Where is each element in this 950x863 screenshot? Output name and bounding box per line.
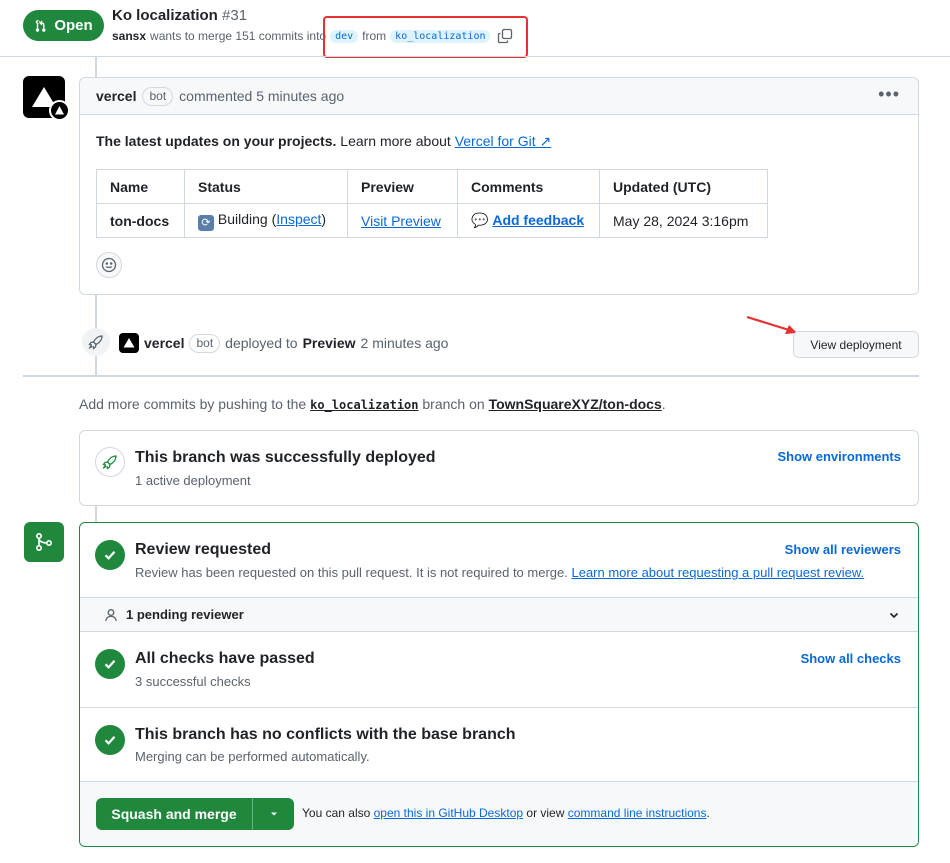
view-deployment-button[interactable]: View deployment <box>793 331 919 358</box>
table-header: Preview <box>347 169 458 204</box>
review-requested-row: Review requested Review has been request… <box>80 523 918 597</box>
squash-and-merge-button[interactable]: Squash and merge <box>96 798 253 830</box>
conflicts-title: This branch has no conflicts with the ba… <box>135 726 516 743</box>
intro-bold: The latest updates on your projects. <box>96 133 337 149</box>
conflicts-subtitle: Merging can be performed automatically. <box>135 749 370 764</box>
deploy-environment: Preview <box>302 335 356 351</box>
add-feedback-link[interactable]: Add feedback <box>492 212 584 228</box>
show-all-checks-link[interactable]: Show all checks <box>801 651 901 666</box>
learn-review-link[interactable]: Learn more about requesting a pull reque… <box>571 565 864 580</box>
add-reaction-icon[interactable] <box>96 252 122 278</box>
pr-state-badge: Open <box>23 10 104 41</box>
show-all-reviewers-link[interactable]: Show all reviewers <box>785 542 901 557</box>
check-circle-icon <box>95 540 125 570</box>
pr-author[interactable]: sansx <box>112 29 146 43</box>
merge-box: Review requested Review has been request… <box>79 522 919 847</box>
deploy-text: deployed to <box>225 335 298 351</box>
check-circle-icon <box>95 725 125 755</box>
timeline-line <box>95 506 97 522</box>
deploy-time[interactable]: 2 minutes ago <box>361 335 449 351</box>
pr-number: #31 <box>222 7 248 24</box>
push-hint: Add more commits by pushing to the ko_lo… <box>79 396 666 412</box>
table-header: Updated (UTC) <box>599 169 768 204</box>
comments-cell: 💬 Add feedback <box>457 203 600 238</box>
inspect-link[interactable]: Inspect <box>276 211 321 227</box>
command-line-link[interactable]: command line instructions <box>568 806 707 820</box>
comment-header: vercel bot commented 5 minutes ago ••• <box>80 78 918 115</box>
bot-label: bot <box>189 333 221 353</box>
vercel-logo-icon[interactable] <box>119 333 139 353</box>
vercel-comment: vercel bot commented 5 minutes ago ••• T… <box>79 77 919 295</box>
deploy-event: vercel bot deployed to Preview 2 minutes… <box>119 333 448 353</box>
intro-text: Learn more about <box>340 133 451 149</box>
table-header: Name <box>96 169 185 204</box>
deployment-status-box: This branch was successfully deployed 1 … <box>79 430 919 506</box>
timeline-line <box>95 57 97 77</box>
push-branch-link[interactable]: ko_localization <box>310 398 418 412</box>
deploy-actor[interactable]: vercel <box>144 335 184 351</box>
bot-badge-avatar <box>49 100 70 121</box>
section-divider <box>23 375 919 377</box>
status-cell: ⟳ Building (Inspect) <box>184 203 348 238</box>
merge-footer: Squash and merge You can also open this … <box>80 781 918 846</box>
repo-link[interactable]: TownSquareXYZ/ton-docs <box>489 396 662 412</box>
person-icon <box>105 608 117 621</box>
checks-title: All checks have passed <box>135 650 315 667</box>
comment-author[interactable]: vercel <box>96 88 136 104</box>
review-subtitle: Review has been requested on this pull r… <box>135 565 865 580</box>
squash-merge-button-group: Squash and merge <box>96 798 294 830</box>
deployment-table: Name Status Preview Comments Updated (UT… <box>96 169 768 238</box>
merge-footer-text: You can also open this in GitHub Desktop… <box>302 806 710 820</box>
status-text: Building ( <box>217 210 277 227</box>
merge-options-caret[interactable] <box>253 798 294 830</box>
annotation-arrow-icon <box>746 315 797 334</box>
table-header: Status <box>184 169 348 204</box>
conflicts-row: This branch has no conflicts with the ba… <box>80 708 918 781</box>
github-desktop-link[interactable]: open this in GitHub Desktop <box>374 806 523 820</box>
review-title: Review requested <box>135 541 272 558</box>
comment-intro: The latest updates on your projects. Lea… <box>96 133 551 150</box>
header-divider <box>0 56 950 57</box>
table-header: Comments <box>457 169 600 204</box>
chevron-down-icon[interactable] <box>888 609 900 621</box>
project-name: ton-docs <box>96 203 185 238</box>
bot-label: bot <box>142 86 174 106</box>
table-row: ton-docs ⟳ Building (Inspect) Visit Prev… <box>96 203 768 238</box>
speech-bubble-icon: 💬 <box>471 212 489 228</box>
checks-row: All checks have passed 3 successful chec… <box>80 632 918 707</box>
pr-merge-text: wants to merge 151 commits into <box>150 29 327 43</box>
comment-action[interactable]: commented 5 minutes ago <box>179 88 344 104</box>
vercel-logo-icon <box>55 106 64 115</box>
show-environments-link[interactable]: Show environments <box>777 449 901 464</box>
deployed-title: This branch was successfully deployed <box>135 449 436 466</box>
table-header-row: Name Status Preview Comments Updated (UT… <box>96 169 768 204</box>
visit-preview-link[interactable]: Visit Preview <box>361 213 441 229</box>
annotation-highlight-box <box>323 16 528 58</box>
git-merge-icon <box>24 522 64 562</box>
updated-cell: May 28, 2024 3:16pm <box>599 203 768 238</box>
pending-reviewer-label: 1 pending reviewer <box>126 607 244 622</box>
check-circle-icon <box>95 649 125 679</box>
building-icon: ⟳ <box>198 214 214 231</box>
pr-title-text: Ko localization <box>112 7 218 24</box>
vercel-for-git-link[interactable]: Vercel for Git ↗ <box>455 133 552 149</box>
caret-down-icon <box>270 812 277 816</box>
pull-request-icon <box>36 19 46 32</box>
pr-state-label: Open <box>54 17 93 34</box>
rocket-icon <box>95 447 125 477</box>
pr-title: Ko localization #31 <box>112 7 247 24</box>
preview-cell: Visit Preview <box>347 203 458 238</box>
checks-subtitle: 3 successful checks <box>135 674 251 689</box>
kebab-menu-icon[interactable]: ••• <box>878 84 900 105</box>
deployed-subtitle: 1 active deployment <box>135 473 251 488</box>
rocket-icon <box>82 328 110 356</box>
pending-reviewers-row[interactable]: 1 pending reviewer <box>80 597 918 632</box>
